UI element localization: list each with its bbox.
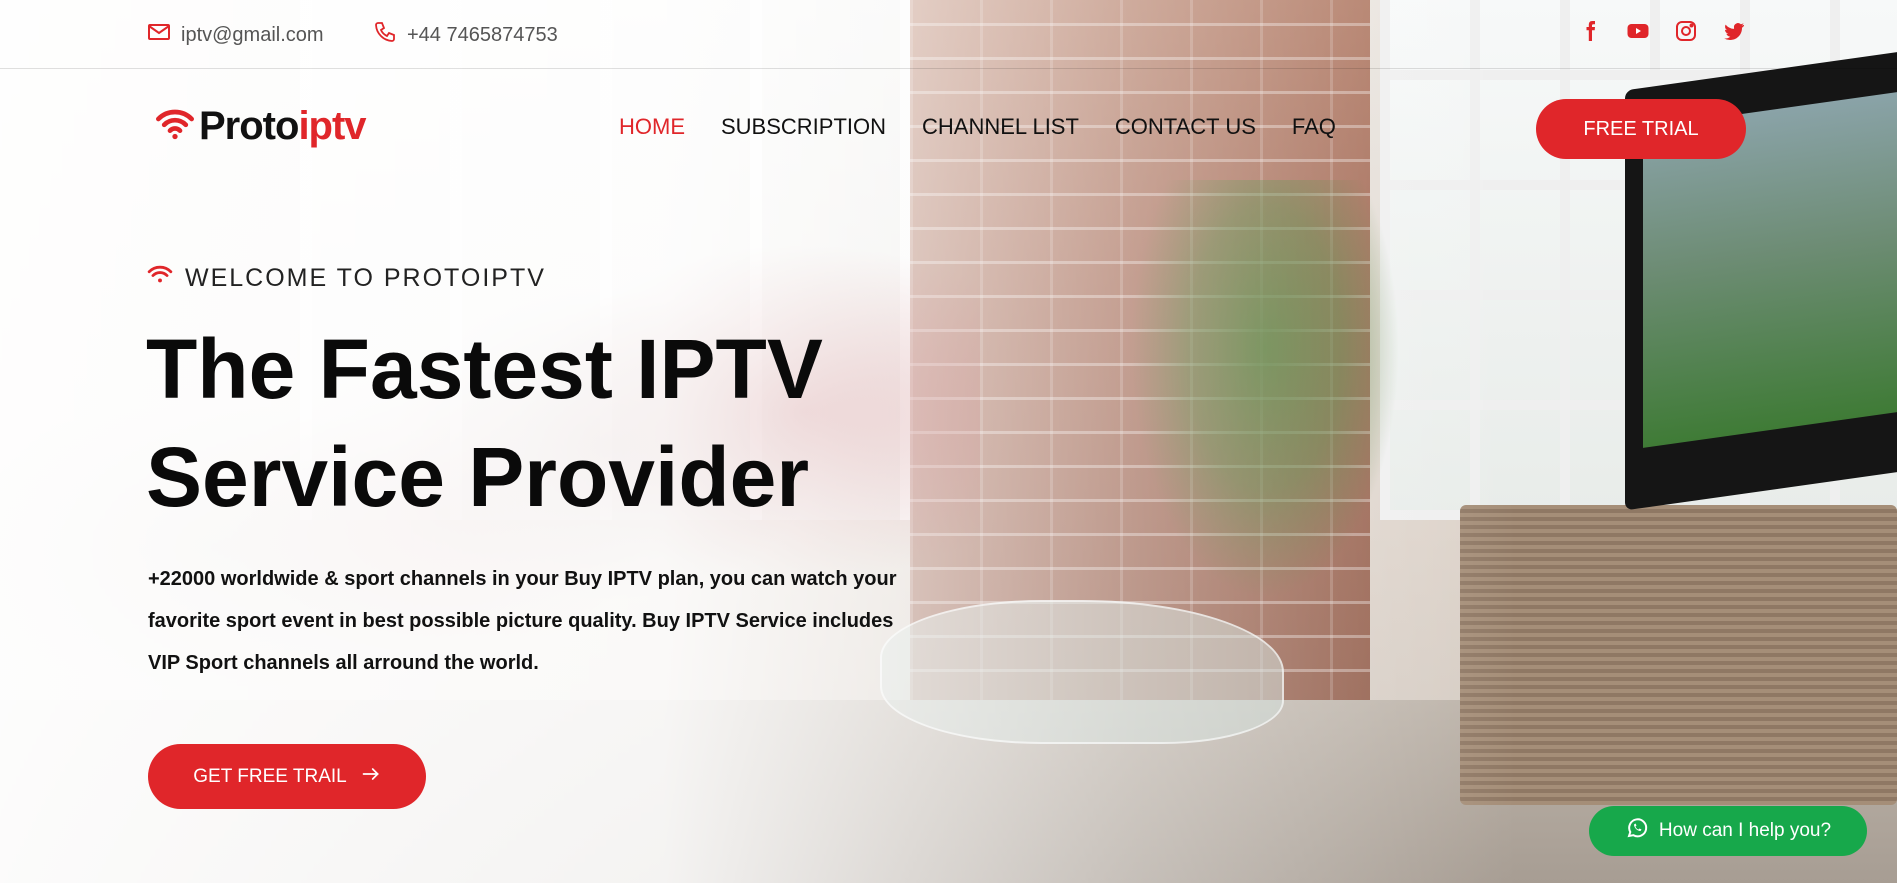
hero-eyebrow: WELCOME TO PROTOIPTV	[147, 262, 546, 295]
hero-desc-line2: favorite sport event in best possible pi…	[148, 610, 894, 632]
hero-desc-line3: VIP Sport channels all arround the world…	[148, 652, 539, 674]
get-free-trail-button[interactable]: GET FREE TRAIL	[148, 744, 426, 809]
hero-desc-line1: +22000 worldwide & sport channels in you…	[148, 568, 897, 590]
brand-name-part2: iptv	[298, 104, 366, 148]
hero-description: +22000 worldwide & sport channels in you…	[148, 558, 968, 684]
hero-title-line2: Service Provider	[146, 430, 810, 524]
chat-label: How can I help you?	[1658, 820, 1832, 841]
phone-icon	[373, 20, 397, 50]
brand-name-part1: Proto	[199, 104, 299, 148]
instagram-icon[interactable]	[1673, 18, 1699, 44]
main-navigation: HOME SUBSCRIPTION CHANNEL LIST CONTACT U…	[619, 114, 1336, 140]
wifi-icon	[147, 262, 173, 295]
eyebrow-text: WELCOME TO PROTOIPTV	[185, 264, 546, 292]
whatsapp-chat-button[interactable]: How can I help you?	[1589, 806, 1867, 856]
youtube-icon[interactable]	[1625, 18, 1651, 44]
nav-contact-us[interactable]: CONTACT US	[1115, 114, 1256, 140]
phone-text: +44 7465874753	[407, 23, 558, 46]
nav-faq[interactable]: FAQ	[1292, 114, 1336, 140]
hero-title: The Fastest IPTV Service Provider	[146, 315, 1046, 531]
social-links	[1577, 18, 1747, 44]
arrow-right-icon	[361, 764, 381, 790]
email-contact[interactable]: iptv@gmail.com	[147, 20, 324, 50]
wifi-icon	[155, 104, 195, 149]
nav-channel-list[interactable]: CHANNEL LIST	[922, 114, 1079, 140]
whatsapp-icon	[1625, 816, 1649, 846]
nav-home[interactable]: HOME	[619, 114, 685, 140]
cta-label: GET FREE TRAIL	[193, 765, 347, 787]
nav-subscription[interactable]: SUBSCRIPTION	[721, 114, 886, 140]
hero-title-line1: The Fastest IPTV	[146, 322, 823, 416]
mail-icon	[147, 20, 171, 50]
brand-logo[interactable]: Proto iptv	[155, 104, 367, 149]
email-text: iptv@gmail.com	[181, 23, 324, 46]
phone-contact[interactable]: +44 7465874753	[373, 20, 558, 50]
facebook-icon[interactable]	[1577, 18, 1603, 44]
free-trial-button[interactable]: FREE TRIAL	[1536, 99, 1746, 159]
twitter-icon[interactable]	[1721, 18, 1747, 44]
top-contact-bar: iptv@gmail.com +44 7465874753	[0, 0, 1897, 69]
